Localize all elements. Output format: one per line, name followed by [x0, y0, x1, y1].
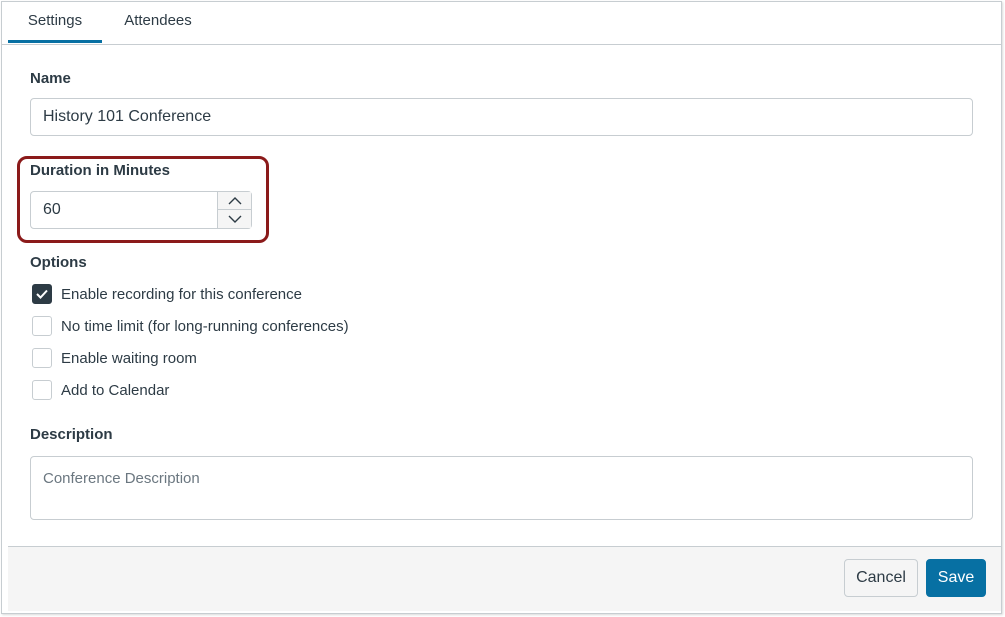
- duration-stepper: [30, 191, 252, 229]
- tab-settings[interactable]: Settings: [8, 2, 102, 43]
- checkmark-icon: [36, 289, 48, 299]
- dialog-footer: Cancel Save: [8, 546, 1001, 611]
- no-time-limit-label: No time limit (for long-running conferen…: [61, 317, 349, 335]
- waiting-room-checkbox[interactable]: [32, 348, 52, 368]
- option-enable-recording: Enable recording for this conference: [32, 284, 302, 304]
- name-input[interactable]: [30, 98, 973, 136]
- cancel-button[interactable]: Cancel: [844, 559, 918, 597]
- tab-bar: Settings Attendees: [2, 2, 1001, 45]
- add-to-calendar-checkbox[interactable]: [32, 380, 52, 400]
- enable-recording-checkbox[interactable]: [32, 284, 52, 304]
- option-no-time-limit: No time limit (for long-running conferen…: [32, 316, 349, 336]
- description-label: Description: [30, 426, 113, 443]
- chevron-down-icon: [228, 215, 241, 223]
- add-to-calendar-label: Add to Calendar: [61, 381, 170, 399]
- enable-recording-label: Enable recording for this conference: [61, 285, 302, 303]
- tab-attendees[interactable]: Attendees: [112, 2, 204, 43]
- options-label: Options: [30, 254, 87, 271]
- description-input[interactable]: [30, 456, 973, 520]
- stepper-down-button[interactable]: [218, 210, 251, 228]
- option-add-to-calendar: Add to Calendar: [32, 380, 169, 400]
- save-button[interactable]: Save: [926, 559, 986, 597]
- name-label: Name: [30, 70, 71, 87]
- no-time-limit-checkbox[interactable]: [32, 316, 52, 336]
- chevron-up-icon: [228, 197, 241, 205]
- stepper-up-button[interactable]: [218, 192, 251, 210]
- duration-input[interactable]: [31, 192, 217, 228]
- waiting-room-label: Enable waiting room: [61, 349, 197, 367]
- option-waiting-room: Enable waiting room: [32, 348, 197, 368]
- stepper-controls: [217, 192, 251, 228]
- duration-label: Duration in Minutes: [30, 162, 170, 179]
- conference-dialog: Settings Attendees Name Duration in Minu…: [1, 1, 1002, 614]
